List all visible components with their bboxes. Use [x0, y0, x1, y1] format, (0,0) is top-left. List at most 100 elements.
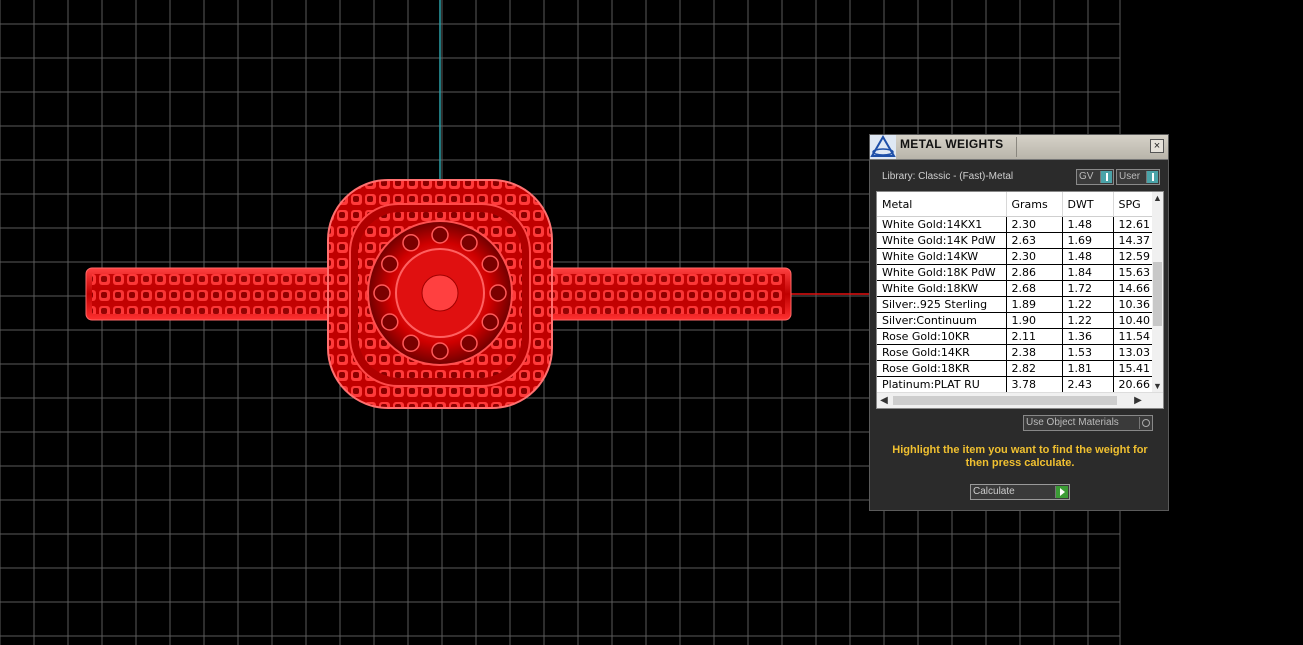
table-row[interactable]: White Gold:18K PdW 2.86 1.84 15.63 — [877, 264, 1154, 281]
column-header-dwt[interactable]: DWT — [1062, 192, 1114, 217]
table-row[interactable]: Rose Gold:14KR 2.38 1.53 13.03 — [877, 344, 1154, 361]
cell-grams: 2.82 — [1006, 360, 1063, 377]
table-row[interactable]: Rose Gold:18KR 2.82 1.81 15.41 — [877, 360, 1154, 377]
accent-stone — [381, 255, 399, 273]
cell-dwt: 2.43 — [1062, 376, 1114, 393]
info-icon — [1146, 171, 1158, 183]
panel-titlebar[interactable]: METAL WEIGHTS × — [870, 135, 1168, 160]
vertical-scrollbar[interactable]: ▲ ▼ — [1152, 192, 1163, 392]
cell-metal: Rose Gold:18KR — [877, 360, 1007, 377]
cell-grams: 3.78 — [1006, 376, 1063, 393]
cell-grams: 2.38 — [1006, 344, 1063, 361]
cell-metal: White Gold:14KW — [877, 248, 1007, 265]
metal-weights-panel: METAL WEIGHTS × Library: Classic - (Fast… — [869, 134, 1169, 511]
accent-stone — [460, 334, 478, 352]
cell-grams: 2.30 — [1006, 216, 1063, 233]
table-row[interactable]: Silver:Continuum 1.90 1.22 10.40 — [877, 312, 1154, 329]
metal-weights-table: Metal Grams DWT SPG White Gold:14KX1 2.30… — [877, 192, 1154, 393]
table-row[interactable]: Platinum:PLAT RU 3.78 2.43 20.66 — [877, 376, 1154, 393]
cell-spg: 10.40 — [1113, 312, 1154, 329]
gv-label: GV — [1079, 171, 1094, 182]
cell-dwt: 1.84 — [1062, 264, 1114, 281]
table-row[interactable]: White Gold:18KW 2.68 1.72 14.66 — [877, 280, 1154, 297]
cell-dwt: 1.53 — [1062, 344, 1114, 361]
cell-metal: Silver:.925 Sterling — [877, 296, 1007, 313]
radio-icon — [1139, 417, 1151, 429]
panel-title: METAL WEIGHTS — [900, 137, 1004, 151]
horizontal-scrollbar[interactable]: ◀ ▶ — [877, 392, 1163, 408]
table-row[interactable]: White Gold:14KW 2.30 1.48 12.59 — [877, 248, 1154, 265]
cell-metal: Silver:Continuum — [877, 312, 1007, 329]
play-icon — [1055, 486, 1068, 498]
column-header-spg[interactable]: SPG — [1113, 192, 1154, 217]
cell-metal: Rose Gold:10KR — [877, 328, 1007, 345]
scroll-down-icon[interactable]: ▼ — [1152, 380, 1163, 392]
cell-dwt: 1.72 — [1062, 280, 1114, 297]
ring-model[interactable] — [85, 179, 792, 409]
cell-grams: 2.68 — [1006, 280, 1063, 297]
table-row[interactable]: White Gold:14K PdW 2.63 1.69 14.37 — [877, 232, 1154, 249]
scroll-up-icon[interactable]: ▲ — [1152, 192, 1163, 204]
cell-metal: White Gold:18KW — [877, 280, 1007, 297]
vertical-scroll-thumb[interactable] — [1153, 262, 1162, 326]
hint-text: Highlight the item you want to find the … — [892, 444, 1148, 469]
cell-grams: 2.11 — [1006, 328, 1063, 345]
cell-spg: 15.63 — [1113, 264, 1154, 281]
accent-stone — [402, 234, 420, 252]
cell-dwt: 1.81 — [1062, 360, 1114, 377]
cell-dwt: 1.48 — [1062, 248, 1114, 265]
cell-dwt: 1.22 — [1062, 312, 1114, 329]
cell-metal: White Gold:14K PdW — [877, 232, 1007, 249]
cell-dwt: 1.48 — [1062, 216, 1114, 233]
cell-spg: 10.36 — [1113, 296, 1154, 313]
cell-spg: 11.54 — [1113, 328, 1154, 345]
table-row[interactable]: Rose Gold:10KR 2.11 1.36 11.54 — [877, 328, 1154, 345]
info-icon — [1100, 171, 1112, 183]
app-logo-icon — [870, 135, 896, 159]
library-label: Library: Classic - (Fast)-Metal — [882, 171, 1014, 182]
accent-stone — [481, 313, 499, 331]
cell-grams: 2.30 — [1006, 248, 1063, 265]
cell-spg: 20.66 — [1113, 376, 1154, 393]
cell-metal: Platinum:PLAT RU — [877, 376, 1007, 393]
accent-stone — [489, 284, 507, 302]
column-header-metal[interactable]: Metal — [877, 192, 1007, 217]
title-divider — [1016, 137, 1017, 157]
cell-dwt: 1.22 — [1062, 296, 1114, 313]
scroll-left-icon[interactable]: ◀ — [877, 394, 891, 407]
table-row[interactable]: White Gold:14KX1 2.30 1.48 12.61 — [877, 216, 1154, 233]
cell-spg: 15.41 — [1113, 360, 1154, 377]
gv-toggle[interactable]: GV — [1076, 169, 1114, 185]
calculate-label: Calculate — [973, 486, 1015, 497]
accent-stone — [460, 234, 478, 252]
accent-stone — [381, 313, 399, 331]
cell-metal: White Gold:18K PdW — [877, 264, 1007, 281]
accent-stone — [431, 226, 449, 244]
user-toggle[interactable]: User — [1116, 169, 1160, 185]
use-object-materials-toggle[interactable]: Use Object Materials — [1023, 415, 1153, 431]
table-header-row: Metal Grams DWT SPG — [877, 192, 1154, 217]
table-row[interactable]: Silver:.925 Sterling 1.89 1.22 10.36 — [877, 296, 1154, 313]
cell-grams: 1.90 — [1006, 312, 1063, 329]
calculate-button[interactable]: Calculate — [970, 484, 1070, 500]
scroll-right-icon[interactable]: ▶ — [1131, 394, 1145, 407]
metal-table-container[interactable]: Metal Grams DWT SPG White Gold:14KX1 2.30… — [876, 191, 1164, 409]
cell-spg: 12.59 — [1113, 248, 1154, 265]
user-label: User — [1119, 171, 1141, 182]
cell-spg: 14.66 — [1113, 280, 1154, 297]
accent-stone — [481, 255, 499, 273]
accent-stone — [373, 284, 391, 302]
column-header-grams[interactable]: Grams — [1006, 192, 1063, 217]
cell-spg: 12.61 — [1113, 216, 1154, 233]
cell-grams: 2.63 — [1006, 232, 1063, 249]
accent-stone — [402, 334, 420, 352]
horizontal-scroll-thumb[interactable] — [893, 396, 1117, 405]
cell-metal: White Gold:14KX1 — [877, 216, 1007, 233]
cell-metal: Rose Gold:14KR — [877, 344, 1007, 361]
accent-stone — [431, 342, 449, 360]
use-object-materials-label: Use Object Materials — [1026, 417, 1119, 428]
close-button[interactable]: × — [1150, 139, 1164, 153]
cell-grams: 1.89 — [1006, 296, 1063, 313]
cell-dwt: 1.36 — [1062, 328, 1114, 345]
cell-spg: 14.37 — [1113, 232, 1154, 249]
